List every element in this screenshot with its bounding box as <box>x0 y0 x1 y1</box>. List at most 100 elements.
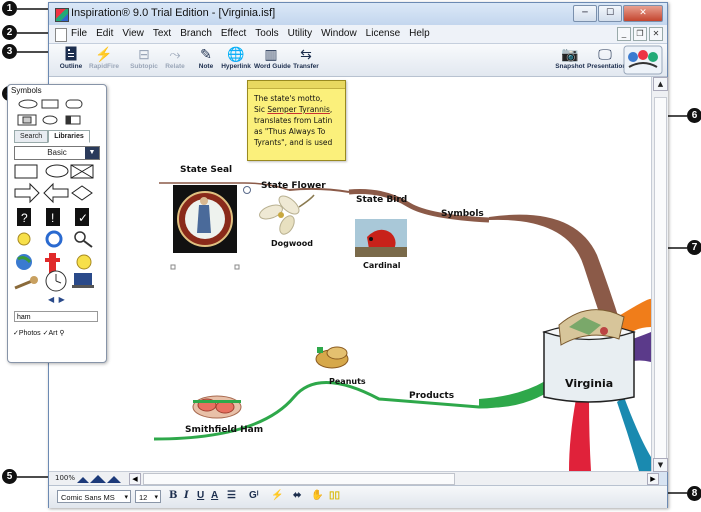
outline-icon <box>59 46 83 63</box>
symbol-search-input[interactable]: ham <box>14 311 98 322</box>
arrange-icon[interactable]: ⬌ <box>293 490 301 501</box>
presentation-label: Presentation <box>587 63 627 70</box>
menu-window[interactable]: Window <box>321 28 357 39</box>
hand-icon[interactable]: ✋ <box>311 490 323 501</box>
chevron-down-icon: ▼ <box>85 147 99 159</box>
callout-5: 5 <box>2 469 17 484</box>
zoom-mountains-icon[interactable] <box>77 474 125 483</box>
word-guide-button[interactable]: ▥ Word Guide <box>254 46 291 70</box>
close-button[interactable]: ✕ <box>623 5 663 22</box>
menu-utility[interactable]: Utility <box>288 28 312 39</box>
menu-tools[interactable]: Tools <box>255 28 278 39</box>
formatting-toolbar: Comic Sans MS ▾ 12 ▾ B I U A ☰ Gᴵ ⚡ ⬌ ✋ … <box>49 485 667 508</box>
symbols-tabs: Search Libraries <box>14 130 90 143</box>
state-seal-label[interactable]: State Seal <box>180 165 232 175</box>
relate-button[interactable]: ⤳ Relate <box>162 46 188 70</box>
align-icon[interactable]: ☰ <box>227 490 236 501</box>
dogwood-flower-icon <box>259 194 315 235</box>
scroll-right-arrow-icon[interactable]: ▶ <box>647 473 659 485</box>
menu-text[interactable]: Text <box>153 28 171 39</box>
note-text[interactable]: The state's motto, Sic Semper Tyrannis, … <box>254 93 342 148</box>
dogwood-label[interactable]: Dogwood <box>271 239 313 248</box>
note-line-3: translates from Latin <box>254 116 333 125</box>
underline-button[interactable]: U <box>197 490 204 501</box>
vertical-scrollbar[interactable]: ▲ ▼ <box>651 77 668 472</box>
transfer-button[interactable]: ⇆ Transfer <box>292 46 320 70</box>
doc-close-button[interactable]: ✕ <box>649 27 663 41</box>
symbol-library-grid[interactable]: ? ! ✓ <box>12 163 102 293</box>
rapidfire-button[interactable]: ⚡ RapidFire <box>87 46 121 70</box>
svg-text:!: ! <box>51 211 54 225</box>
shape-buttons[interactable] <box>14 97 100 129</box>
scroll-left-arrow-icon[interactable]: ◀ <box>129 473 141 485</box>
minimize-button[interactable]: ─ <box>573 5 597 22</box>
state-flower-label[interactable]: State Flower <box>261 181 326 191</box>
transfer-icon: ⇆ <box>300 46 312 62</box>
main-idea-virginia[interactable]: Virginia <box>565 377 613 390</box>
cardinal-label[interactable]: Cardinal <box>363 261 401 270</box>
library-category-value: Basic <box>47 148 67 157</box>
products-label[interactable]: Products <box>409 391 454 401</box>
smithfield-ham-label[interactable]: Smithfield Ham <box>185 425 263 435</box>
note-header[interactable] <box>248 81 345 89</box>
relate-label: Relate <box>165 63 185 70</box>
peanuts-label[interactable]: Peanuts <box>329 377 366 386</box>
hyperlink-button[interactable]: 🌐 Hyperlink <box>221 46 251 70</box>
vertical-scroll-thumb[interactable] <box>654 97 667 459</box>
symbols-palette: Symbols Search Libraries Basic ▼ ? ! ✓ ◀… <box>7 84 107 363</box>
font-size-value: 12 <box>139 493 148 502</box>
svg-text:?: ? <box>21 211 28 225</box>
chevron-down-icon: ▾ <box>154 494 158 501</box>
horizontal-scroll-thumb[interactable] <box>143 473 455 485</box>
bold-button[interactable]: B <box>169 490 177 501</box>
photos-checkbox[interactable]: ✓Photos <box>13 330 41 337</box>
callout-6: 6 <box>687 108 701 123</box>
document-icon[interactable] <box>55 28 67 42</box>
scroll-down-arrow-icon[interactable]: ▼ <box>653 458 668 472</box>
menu-view[interactable]: View <box>122 28 144 39</box>
menu-effect[interactable]: Effect <box>221 28 246 39</box>
font-family-select[interactable]: Comic Sans MS ▾ <box>57 490 131 503</box>
text-color-button[interactable]: A <box>211 490 218 501</box>
menu-branch[interactable]: Branch <box>180 28 212 39</box>
tab-libraries[interactable]: Libraries <box>48 130 90 143</box>
diagram-canvas[interactable]: State Seal State Flower Dogwood State Bi… <box>49 77 651 471</box>
symbols-branch-label[interactable]: Symbols <box>441 209 484 219</box>
inspiration-app-icon[interactable] <box>55 8 69 22</box>
note-line-5: Tyrants", and is used <box>254 138 333 147</box>
tab-search[interactable]: Search <box>14 130 49 143</box>
library-page-arrows[interactable]: ◀ ▶ <box>48 295 65 304</box>
zoom-and-scroll-bar: 100% ◀ ▶ <box>49 471 659 485</box>
outline-button[interactable]: Outline <box>59 46 83 70</box>
library-category-select[interactable]: Basic ▼ <box>14 146 100 160</box>
doc-restore-button[interactable]: ❐ <box>633 27 647 41</box>
state-bird-label[interactable]: State Bird <box>356 195 407 205</box>
maximize-button[interactable]: ☐ <box>598 5 622 22</box>
search-icon[interactable]: ⚲ <box>59 330 64 337</box>
title-bar[interactable]: Inspiration® 9.0 Trial Edition - [Virgin… <box>49 3 667 25</box>
chevron-down-icon: ▾ <box>124 494 128 501</box>
scroll-up-arrow-icon[interactable]: ▲ <box>653 77 668 91</box>
presentation-button[interactable]: 🖵 Presentation <box>587 46 627 70</box>
doc-minimize-button[interactable]: _ <box>617 27 631 41</box>
outline-label: Outline <box>59 63 83 70</box>
menu-license[interactable]: License <box>366 28 400 39</box>
rapidfire-label: RapidFire <box>89 63 119 70</box>
text-style-icon[interactable]: Gᴵ <box>249 490 259 501</box>
subtopic-button[interactable]: ⊟ Subtopic <box>129 46 159 70</box>
font-size-select[interactable]: 12 ▾ <box>135 490 161 503</box>
motto-note[interactable]: The state's motto, Sic Semper Tyrannis, … <box>247 80 346 161</box>
snapshot-button[interactable]: 📷 Snapshot <box>555 46 585 70</box>
menu-file[interactable]: File <box>71 28 87 39</box>
art-checkbox[interactable]: ✓Art <box>43 330 58 337</box>
menu-edit[interactable]: Edit <box>96 28 113 39</box>
pause-icon[interactable]: ▯▯ <box>329 490 340 501</box>
snapshot-label: Snapshot <box>555 63 585 70</box>
zoom-level[interactable]: 100% <box>55 474 75 482</box>
menu-help[interactable]: Help <box>409 28 430 39</box>
link-icon[interactable]: ⚡ <box>271 490 283 501</box>
note-button[interactable]: ✎ Note <box>196 46 216 70</box>
italic-button[interactable]: I <box>184 490 189 501</box>
font-family-value: Comic Sans MS <box>61 493 115 502</box>
app-window: Inspiration® 9.0 Trial Edition - [Virgin… <box>48 2 668 508</box>
